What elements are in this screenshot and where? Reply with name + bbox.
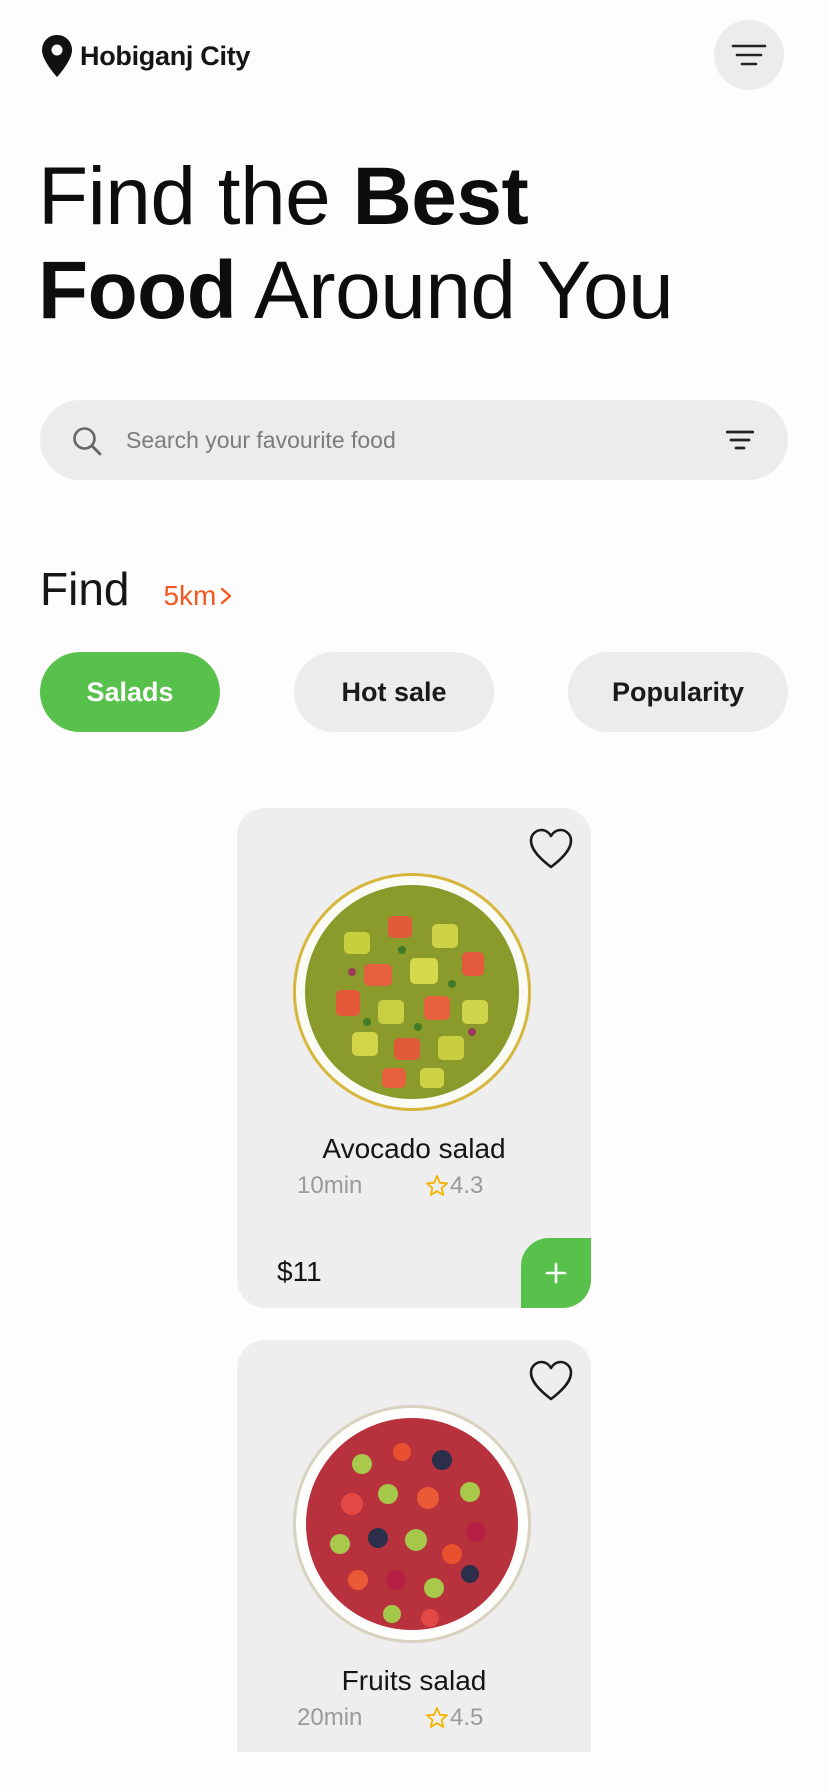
food-card-avocado-salad[interactable]: Avocado salad 10min 4.3 $11 <box>237 808 591 1308</box>
location-pin-icon <box>42 35 72 77</box>
prep-time: 10min <box>297 1172 363 1199</box>
search-icon[interactable] <box>72 426 102 456</box>
heart-icon[interactable] <box>529 828 573 870</box>
rating-value: 4.5 <box>450 1704 484 1731</box>
category-chip-hot-sale[interactable]: Hot sale <box>294 652 494 732</box>
menu-button[interactable] <box>714 20 784 90</box>
avocado-salad-image <box>293 873 531 1111</box>
prep-time: 20min <box>297 1704 363 1731</box>
find-title: Find <box>40 563 130 615</box>
chevron-right-icon <box>221 587 232 605</box>
fruits-salad-image <box>293 1405 531 1643</box>
hero-text-1: Find the <box>38 151 353 242</box>
food-price: $11 <box>277 1256 322 1287</box>
hero-heading: Find the Best Food Around You <box>38 150 674 338</box>
add-to-cart-button[interactable] <box>521 1238 591 1308</box>
star-icon <box>426 1707 448 1728</box>
top-bar: Hobiganj City <box>40 20 784 94</box>
search-input[interactable] <box>126 400 686 480</box>
category-chip-popularity[interactable]: Popularity <box>568 652 788 732</box>
food-card-fruits-salad[interactable]: Fruits salad 20min 4.5 <box>237 1340 591 1752</box>
filter-icon[interactable] <box>726 426 754 454</box>
food-name: Fruits salad <box>341 1665 487 1696</box>
find-section-header: Find 5km <box>40 562 232 616</box>
category-chip-label: Popularity <box>611 676 745 707</box>
category-chip-salads[interactable]: Salads <box>40 652 220 732</box>
hero-text-3: Food <box>38 245 237 336</box>
rating: 4.3 <box>425 1172 483 1200</box>
distance-label: 5km <box>163 580 217 611</box>
rating-value: 4.3 <box>450 1172 484 1199</box>
location-label: Hobiganj City <box>80 40 251 71</box>
category-chip-label: Salads <box>86 676 174 707</box>
food-name: Avocado salad <box>322 1133 506 1164</box>
category-chip-label: Hot sale <box>341 676 447 707</box>
heart-icon[interactable] <box>529 1360 573 1402</box>
star-icon <box>426 1175 448 1196</box>
hero-text-4: Around You <box>236 245 674 336</box>
location-selector[interactable]: Hobiganj City <box>40 34 250 78</box>
plus-icon <box>545 1262 567 1284</box>
distance-filter[interactable]: 5km <box>163 580 232 612</box>
rating: 4.5 <box>425 1704 483 1732</box>
menu-icon <box>731 44 767 66</box>
search-bar <box>40 400 788 480</box>
hero-text-2: Best <box>352 151 529 242</box>
